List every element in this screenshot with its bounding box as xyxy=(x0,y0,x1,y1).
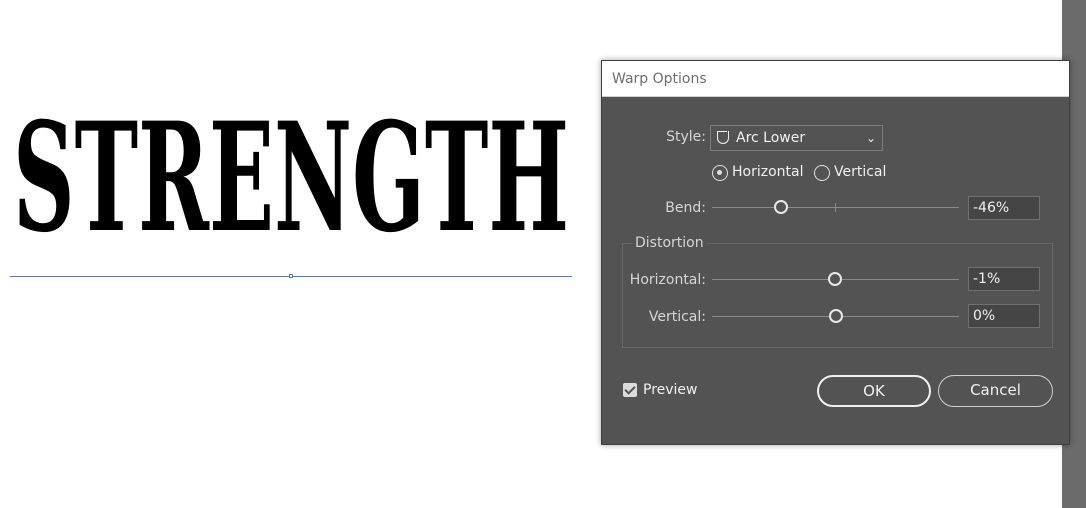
bend-slider-handle[interactable] xyxy=(774,200,788,214)
style-value: Arc Lower xyxy=(736,130,806,146)
artwork-text-content: STRENGTH xyxy=(13,90,569,266)
distortion-vertical-slider-handle[interactable] xyxy=(829,309,843,323)
horizontal-radio[interactable] xyxy=(712,165,728,181)
ok-button[interactable]: OK xyxy=(817,375,931,407)
chevron-down-icon: ⌄ xyxy=(865,131,876,145)
preview-checkbox[interactable] xyxy=(623,383,637,397)
bend-value-field[interactable]: -46% xyxy=(968,196,1040,220)
distortion-vertical-label: Vertical: xyxy=(648,309,706,325)
bend-slider-center-tick xyxy=(835,203,836,212)
distortion-horizontal-slider-handle[interactable] xyxy=(828,272,842,286)
distortion-horizontal-label: Horizontal: xyxy=(629,272,706,288)
warped-text-artwork[interactable]: STRENGTH xyxy=(10,70,572,278)
cancel-button[interactable]: Cancel xyxy=(938,375,1053,407)
distortion-group xyxy=(622,243,1053,348)
preview-label[interactable]: Preview xyxy=(643,382,698,398)
style-dropdown[interactable]: Arc Lower ⌄ xyxy=(710,125,883,151)
distortion-title: Distortion xyxy=(633,235,706,251)
warp-options-dialog: Warp Options Style: Arc Lower ⌄ Horizont… xyxy=(601,60,1070,445)
distortion-vertical-value-field[interactable]: 0% xyxy=(968,304,1040,328)
style-label: Style: xyxy=(666,129,706,145)
distortion-horizontal-value-field[interactable]: -1% xyxy=(968,267,1040,291)
arc-lower-icon xyxy=(717,131,729,144)
bend-label: Bend: xyxy=(665,200,706,216)
dialog-title[interactable]: Warp Options xyxy=(602,61,1069,97)
vertical-radio-label[interactable]: Vertical xyxy=(834,164,886,180)
selection-anchor-point[interactable] xyxy=(289,274,293,278)
vertical-radio[interactable] xyxy=(814,165,830,181)
horizontal-radio-label[interactable]: Horizontal xyxy=(732,164,803,180)
